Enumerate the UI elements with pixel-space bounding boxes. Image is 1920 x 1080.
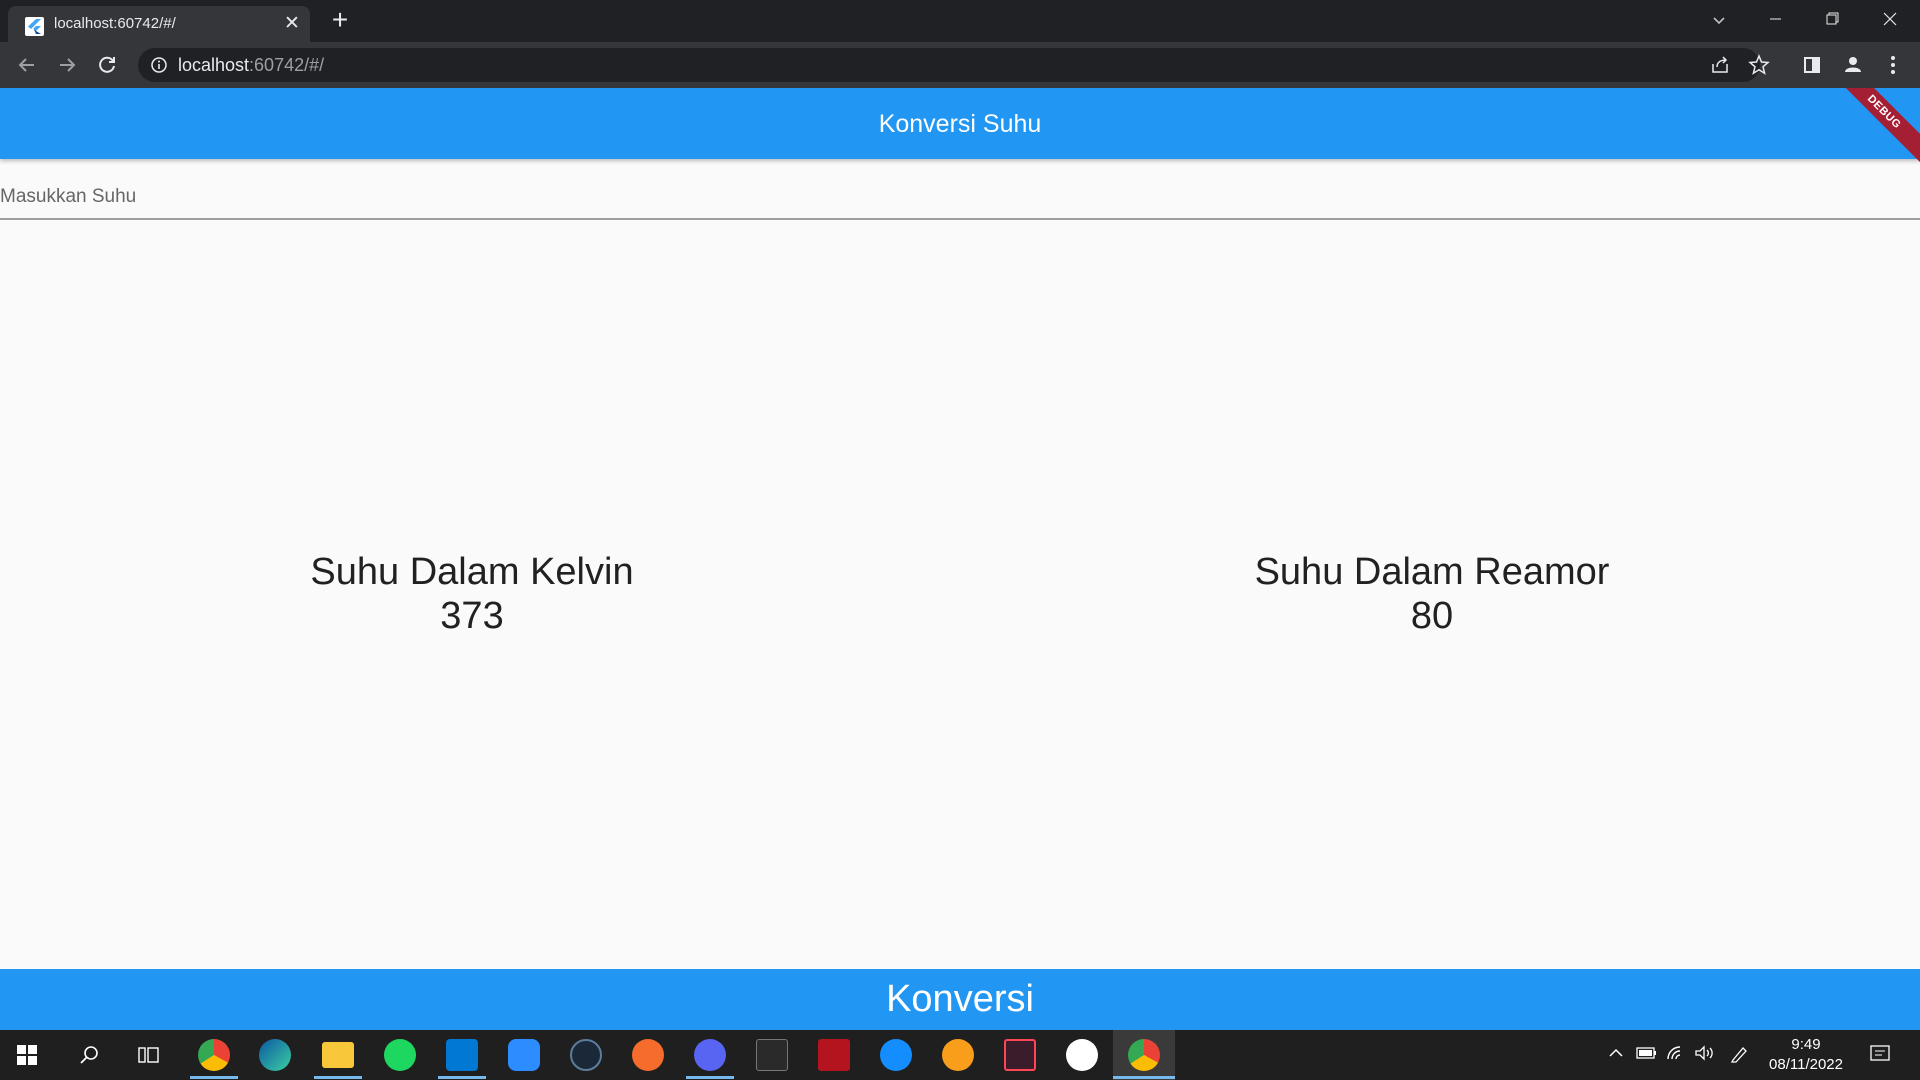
url-host: localhost (178, 55, 250, 75)
taskbar-clock[interactable]: 9:49 08/11/2022 (1758, 1035, 1854, 1075)
kelvin-label: Suhu Dalam Kelvin (310, 551, 634, 593)
tab-close-icon[interactable]: ✕ (282, 14, 302, 34)
windows-taskbar: 9:49 08/11/2022 (0, 1030, 1920, 1080)
redragon-icon[interactable] (818, 1039, 850, 1071)
window-restore-icon[interactable] (1805, 0, 1861, 38)
chrome-icon[interactable] (1128, 1039, 1160, 1071)
wifi-icon[interactable] (1666, 1045, 1686, 1066)
clock-time: 9:49 (1791, 1036, 1821, 1053)
convert-button[interactable]: Konversi (0, 969, 1920, 1030)
new-tab-icon[interactable]: + (327, 6, 353, 34)
volume-icon[interactable] (1694, 1045, 1716, 1066)
clock-date: 08/11/2022 (1769, 1056, 1843, 1073)
app-bar: Konversi Suhu (0, 88, 1920, 159)
url-text[interactable]: localhost:60742/#/ (178, 55, 324, 76)
vscode-icon[interactable] (446, 1039, 478, 1071)
overwatch-icon[interactable] (942, 1039, 974, 1071)
search-icon[interactable] (78, 1044, 100, 1071)
app-title: Konversi Suhu (878, 110, 1042, 138)
battlenet-icon[interactable] (880, 1039, 912, 1071)
address-bar[interactable]: localhost:60742/#/ (138, 48, 1770, 82)
battery-icon[interactable] (1636, 1045, 1658, 1066)
reamur-result: Suhu Dalam Reamor 80 (1132, 550, 1732, 638)
kelvin-value: 373 (440, 595, 504, 637)
file-explorer-indicator (314, 1076, 362, 1079)
steam-icon[interactable] (570, 1039, 602, 1071)
site-info-icon[interactable] (150, 56, 168, 79)
pen-icon[interactable] (1730, 1045, 1750, 1068)
spotify-icon[interactable] (384, 1039, 416, 1071)
profile-icon[interactable] (1839, 51, 1867, 79)
url-path: :60742/#/ (249, 55, 325, 75)
epic-games-icon[interactable] (756, 1039, 788, 1071)
temperature-input[interactable] (0, 175, 1920, 220)
notification-center-icon[interactable] (1870, 1045, 1890, 1068)
discord-indicator (686, 1076, 734, 1079)
reamur-label: Suhu Dalam Reamor (1254, 551, 1610, 593)
browser-tab[interactable]: localhost:60742/#/ ✕ (8, 6, 310, 42)
window-minimize-icon[interactable] (1748, 0, 1804, 38)
chrome-indicator (1113, 1076, 1175, 1079)
side-panel-icon[interactable] (1798, 51, 1826, 79)
task-view-icon[interactable] (138, 1045, 160, 1070)
origin-icon[interactable] (632, 1039, 664, 1071)
tab-title: localhost:60742/#/ (54, 15, 176, 32)
valorant-icon[interactable] (1004, 1039, 1036, 1071)
discord-icon[interactable] (694, 1039, 726, 1071)
zoom-icon[interactable] (508, 1039, 540, 1071)
reamur-value: 80 (1410, 595, 1454, 637)
more-menu-icon[interactable] (1879, 51, 1907, 79)
wps-icon[interactable] (1066, 1039, 1098, 1071)
window-close-icon[interactable] (1862, 0, 1918, 38)
browser-toolbar: localhost:60742/#/ (0, 42, 1920, 88)
chrome-profile-icon[interactable] (198, 1039, 230, 1071)
tab-search-icon[interactable] (1707, 8, 1731, 32)
file-explorer-icon[interactable] (322, 1042, 354, 1068)
vscode-indicator (438, 1076, 486, 1079)
reload-icon[interactable] (93, 51, 121, 79)
share-icon[interactable] (1710, 55, 1730, 80)
flutter-favicon-icon (25, 17, 44, 36)
tray-overflow-icon[interactable] (1608, 1045, 1624, 1066)
edge-icon[interactable] (259, 1039, 291, 1071)
browser-tabstrip: localhost:60742/#/ ✕ + (0, 0, 1920, 42)
bookmark-star-icon[interactable] (1748, 54, 1770, 81)
kelvin-result: Suhu Dalam Kelvin 373 (172, 550, 772, 638)
app-viewport: Konversi Suhu DEBUG Suhu Dalam Kelvin 37… (0, 88, 1920, 1030)
windows-start-icon[interactable] (17, 1045, 37, 1070)
back-icon[interactable] (13, 51, 41, 79)
forward-icon[interactable] (53, 51, 81, 79)
chrome-profile-indicator (190, 1076, 238, 1079)
